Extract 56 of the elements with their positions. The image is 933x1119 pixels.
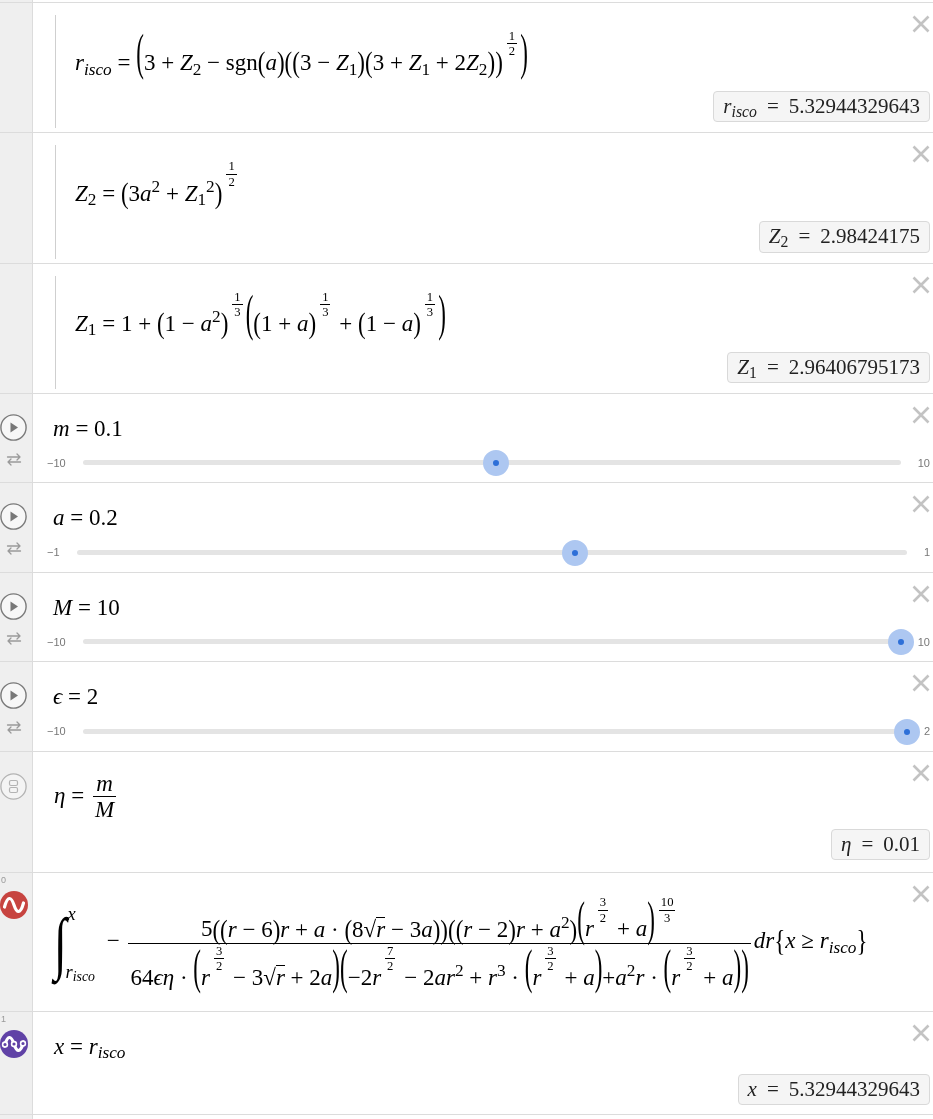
close-icon — [911, 762, 931, 783]
close-button[interactable] — [911, 14, 931, 34]
slider-thumb[interactable] — [887, 629, 914, 656]
close-button[interactable] — [911, 494, 931, 515]
math-expression[interactable]: Z$_{2}$ = (3a$^{2}$ + Z$_{1}$$^{2}$) 1 2 — [75, 159, 240, 208]
repeat-icon[interactable] — [6, 542, 22, 556]
expression-index: 1 — [0, 1014, 6, 1024]
close-button[interactable] — [911, 884, 931, 905]
repeat-icon[interactable] — [6, 721, 22, 735]
slider-thumb[interactable] — [893, 718, 920, 745]
slider-max-label: 10 — [917, 457, 930, 469]
close-icon — [911, 274, 931, 295]
close-icon — [911, 673, 931, 694]
close-button[interactable] — [911, 673, 931, 694]
evaluation-result: η = 0.01 — [831, 829, 930, 861]
play-icon[interactable] — [0, 592, 27, 620]
slider-min-label: −10 — [47, 636, 66, 648]
evaluation-result: Z$_{1}$ = 2.96406795173 — [727, 351, 930, 383]
close-icon — [911, 1022, 931, 1043]
math-expression[interactable]: M = 10 — [53, 594, 120, 622]
close-icon — [911, 583, 931, 604]
slider-min-label: −1 — [47, 547, 60, 559]
expression-index: 0 — [0, 876, 6, 886]
close-icon — [911, 404, 931, 425]
close-button[interactable] — [911, 144, 931, 165]
slider-thumb[interactable] — [561, 539, 588, 566]
close-button[interactable] — [911, 404, 931, 425]
close-button[interactable] — [911, 274, 931, 295]
evaluation-result: r$_{isco}$ = 5.32944329643 — [713, 91, 930, 123]
slider-thumb[interactable] — [482, 450, 509, 477]
wave-icon[interactable] — [0, 891, 28, 920]
close-icon — [911, 494, 931, 515]
close-icon — [911, 144, 931, 165]
evaluation-result: x = 5.32944329643 — [737, 1074, 930, 1106]
math-expression[interactable]: m = 0.1 — [53, 415, 123, 443]
math-expression[interactable]: a = 0.2 — [53, 505, 118, 532]
slider-max-label: 1 — [923, 547, 930, 559]
repeat-icon[interactable] — [6, 452, 22, 466]
evaluation-result: Z$_{2}$ = 2.98424175 — [758, 221, 930, 253]
repeat-icon[interactable] — [6, 631, 22, 645]
slider-min-label: −10 — [47, 726, 66, 738]
slider-max-label: 10 — [917, 636, 930, 648]
slider-max-label: 2 — [923, 726, 930, 738]
stacked-squares-icon[interactable] — [0, 772, 27, 800]
close-icon — [911, 14, 931, 34]
close-icon — [911, 884, 931, 905]
play-icon[interactable] — [0, 413, 27, 441]
math-expression[interactable]: x = r$_{isco}$ — [54, 1033, 126, 1061]
play-icon[interactable] — [0, 682, 27, 710]
slider-min-label: −10 — [47, 457, 66, 469]
close-button[interactable] — [911, 1022, 931, 1043]
math-expression[interactable]: ϵ = 2 — [53, 684, 99, 711]
wave-points-icon[interactable] — [0, 1029, 28, 1058]
close-button[interactable] — [911, 583, 931, 604]
play-icon[interactable] — [0, 503, 27, 531]
close-button[interactable] — [911, 762, 931, 783]
